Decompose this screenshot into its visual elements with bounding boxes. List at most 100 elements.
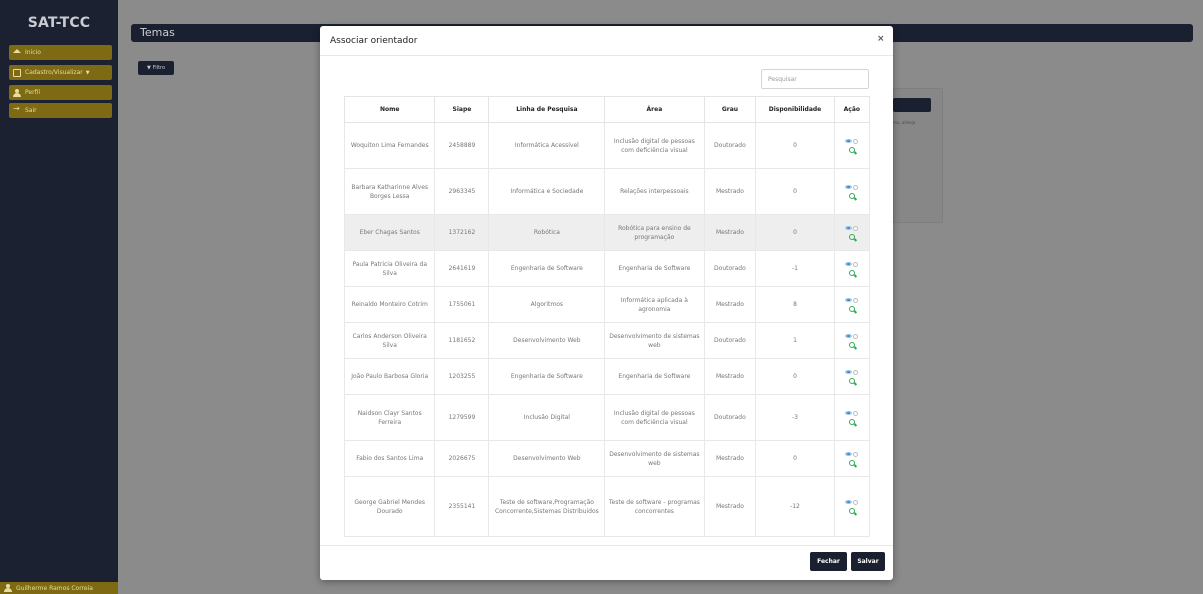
eye-icon[interactable] — [845, 452, 853, 456]
search-icon[interactable] — [848, 146, 855, 153]
current-user-name: Guilherme Ramos Correia — [16, 584, 93, 592]
search-icon[interactable] — [848, 305, 855, 312]
search-icon[interactable] — [848, 377, 855, 384]
search-icon[interactable] — [848, 418, 855, 425]
current-user[interactable]: Guilherme Ramos Correia — [0, 582, 118, 594]
row-actions-top — [845, 261, 859, 267]
eye-icon[interactable] — [845, 334, 853, 338]
table-row[interactable]: Naidson Clayr Santos Ferreira 1279599 Incl… — [343, 394, 871, 441]
table-row[interactable]: Paula Patricia Oliveira da Silva 2641619 E… — [343, 250, 871, 287]
close-icon[interactable]: × — [877, 34, 885, 44]
table-row[interactable]: George Gabriel Mendes Dourado 2355141 Test… — [343, 476, 871, 537]
page-title: Temas — [140, 26, 175, 39]
row-actions-top — [845, 333, 859, 339]
table-row[interactable]: Fabio dos Santos Lima 2026675 Desenvolvime… — [343, 440, 871, 477]
row-actions — [838, 451, 866, 466]
cell-nome: Reinaldo Monteiro Cotrim — [343, 286, 436, 323]
cell-nome: Fabio dos Santos Lima — [343, 440, 436, 477]
cell-siape: 1755061 — [434, 286, 490, 323]
column-header: Nome — [343, 96, 436, 123]
cell-disp: -3 — [755, 394, 835, 441]
column-header: Siape — [434, 96, 490, 123]
select-radio[interactable] — [853, 261, 859, 267]
cell-disp: 8 — [755, 286, 835, 323]
column-header: Linha de Pesquisa — [488, 96, 606, 123]
cell-disp: 0 — [755, 122, 835, 169]
cell-siape: 2641619 — [434, 250, 490, 287]
filter-icon: ▼ — [146, 65, 151, 71]
eye-icon[interactable] — [845, 262, 853, 266]
cell-acao — [833, 122, 871, 169]
row-actions-top — [845, 297, 859, 303]
cell-disp: -12 — [755, 476, 835, 537]
select-radio[interactable] — [853, 138, 859, 144]
cell-nome: George Gabriel Mendes Dourado — [343, 476, 436, 537]
cell-linha: Informática Acessível — [488, 122, 606, 169]
eye-icon[interactable] — [845, 298, 853, 302]
row-actions — [838, 297, 866, 312]
eye-icon[interactable] — [845, 500, 853, 504]
filter-button-label: Filtro — [152, 65, 166, 71]
select-radio[interactable] — [853, 297, 859, 303]
row-actions — [838, 261, 866, 276]
cell-area: Relações interpessoais — [604, 168, 705, 215]
associar-orientador-modal: Associar orientador × Nome Siape Linha d… — [320, 26, 893, 580]
eye-icon[interactable] — [845, 226, 853, 230]
table-row[interactable]: Woquiton Lima Fernandes 2458889 Informátic… — [343, 122, 871, 169]
cell-linha: Informática e Sociedade — [488, 168, 606, 215]
cell-siape: 2355141 — [434, 476, 490, 537]
sidebar-item-inicio[interactable]: Inicio — [9, 45, 112, 60]
cell-grau: Mestrado — [703, 214, 757, 251]
row-actions — [838, 333, 866, 348]
cell-acao — [833, 286, 871, 323]
sidebar-item-label: Perfil — [25, 89, 41, 96]
table-row[interactable]: Barbara Katharinne Alves Borges Lessa 296… — [343, 168, 871, 215]
search-input[interactable] — [761, 69, 869, 89]
cell-siape: 2458889 — [434, 122, 490, 169]
search-icon[interactable] — [848, 192, 855, 199]
column-header: Área — [604, 96, 705, 123]
sidebar-item-cadastro[interactable]: Cadastro/Visualizar ▼ — [9, 65, 112, 80]
modal-footer — [320, 545, 893, 580]
search-icon[interactable] — [848, 269, 855, 276]
cell-disp: -1 — [755, 250, 835, 287]
form-icon — [13, 68, 21, 77]
select-radio[interactable] — [853, 333, 859, 339]
eye-icon[interactable] — [845, 411, 853, 415]
sidebar-item-label: Sair — [25, 107, 37, 114]
sidebar-item-sair[interactable]: Sair — [9, 103, 112, 118]
table-row[interactable]: Eber Chagas Santos 1372162 Robótica Robótic… — [343, 214, 871, 251]
search-icon[interactable] — [848, 459, 855, 466]
eye-icon[interactable] — [845, 370, 853, 374]
cell-acao — [833, 214, 871, 251]
cell-grau: Mestrado — [703, 476, 757, 537]
cell-linha: Algoritmos — [488, 286, 606, 323]
cell-siape: 1279599 — [434, 394, 490, 441]
row-actions-top — [845, 369, 859, 375]
row-actions — [838, 369, 866, 384]
search-icon[interactable] — [848, 341, 855, 348]
sidebar-item-perfil[interactable]: Perfil — [9, 85, 112, 100]
cell-grau: Doutorado — [703, 322, 757, 359]
select-radio[interactable] — [853, 184, 859, 190]
fechar-button[interactable]: Fechar — [810, 552, 847, 571]
eye-icon[interactable] — [845, 139, 853, 143]
cell-linha: Engenharia de Software — [488, 250, 606, 287]
select-radio[interactable] — [853, 410, 859, 416]
select-radio[interactable] — [853, 451, 859, 457]
chevron-down-icon: ▼ — [85, 69, 90, 76]
filter-button[interactable]: ▼ Filtro — [138, 61, 174, 75]
cell-disp: 0 — [755, 440, 835, 477]
eye-icon[interactable] — [845, 185, 853, 189]
table-row[interactable]: João Paulo Barbosa Gloria 1203255 Engenhar… — [343, 358, 871, 395]
row-actions — [838, 184, 866, 199]
select-radio[interactable] — [853, 369, 859, 375]
select-radio[interactable] — [853, 499, 859, 505]
search-icon[interactable] — [848, 507, 855, 514]
select-radio[interactable] — [853, 225, 859, 231]
table-row[interactable]: Carlos Anderson Oliveira Silva 1181652 Des… — [343, 322, 871, 359]
search-icon[interactable] — [848, 233, 855, 240]
salvar-button[interactable]: Salvar — [851, 552, 885, 571]
table-row[interactable]: Reinaldo Monteiro Cotrim 1755061 Algoritmo… — [343, 286, 871, 323]
cell-siape: 1372162 — [434, 214, 490, 251]
